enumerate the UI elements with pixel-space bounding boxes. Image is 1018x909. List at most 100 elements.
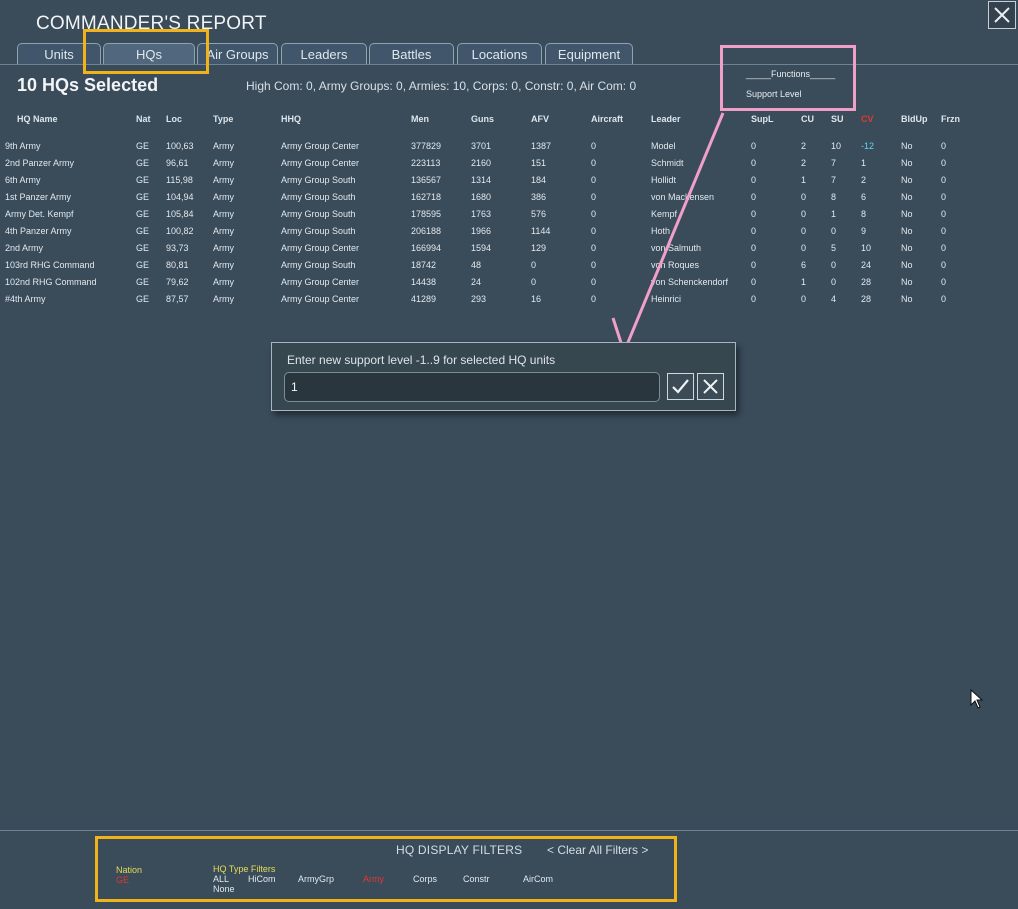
- cell-guns: 2160: [471, 158, 492, 168]
- col-aircraft[interactable]: Aircraft: [591, 114, 623, 124]
- col-cv[interactable]: CV: [861, 114, 874, 124]
- cell-type: Army: [213, 209, 234, 219]
- cell-frzn: 0: [941, 260, 947, 270]
- cancel-button[interactable]: [697, 373, 724, 400]
- cell-aircraft: 0: [591, 260, 597, 270]
- cell-nat: GE: [136, 294, 150, 304]
- cell-men: 223113: [411, 158, 441, 168]
- cell-type: Army: [213, 192, 234, 202]
- tab-locations[interactable]: Locations: [457, 43, 542, 64]
- cell-afv: 16: [531, 294, 542, 304]
- cell-supl: 0: [751, 294, 757, 304]
- col-supl[interactable]: SupL: [751, 114, 774, 124]
- cell-cv: 24: [861, 260, 872, 270]
- cell-hq-name: 2nd Panzer Army: [5, 158, 75, 168]
- cell-loc: 115,98: [166, 175, 193, 185]
- cell-leader: Hoth: [651, 226, 671, 236]
- cell-aircraft: 0: [591, 192, 597, 202]
- cell-men: 377829: [411, 141, 442, 151]
- cell-aircraft: 0: [591, 294, 597, 304]
- tab-equipment[interactable]: Equipment: [545, 43, 633, 64]
- cell-cu: 2: [801, 141, 807, 151]
- cell-type: Army: [213, 243, 234, 253]
- col-frzn[interactable]: Frzn: [941, 114, 960, 124]
- col-type[interactable]: Type: [213, 114, 233, 124]
- cell-bldup: No: [901, 226, 913, 236]
- col-su[interactable]: SU: [831, 114, 844, 124]
- cell-bldup: No: [901, 243, 913, 253]
- col-cu[interactable]: CU: [801, 114, 814, 124]
- cell-afv: 151: [531, 158, 547, 168]
- cell-men: 162718: [411, 192, 442, 202]
- cell-aircraft: 0: [591, 226, 597, 236]
- tab-air-groups[interactable]: Air Groups: [197, 43, 278, 64]
- cell-nat: GE: [136, 192, 150, 202]
- cell-hhq: Army Group South: [281, 226, 356, 236]
- col-afv[interactable]: AFV: [531, 114, 549, 124]
- x-icon: [703, 379, 718, 394]
- support-level-link[interactable]: Support Level: [746, 89, 802, 99]
- cell-type: Army: [213, 141, 234, 151]
- col-guns[interactable]: Guns: [471, 114, 494, 124]
- cell-aircraft: 0: [591, 158, 597, 168]
- cell-leader: Model: [651, 141, 676, 151]
- cell-cu: 0: [801, 294, 807, 304]
- cell-loc: 93,73: [166, 243, 189, 253]
- cell-aircraft: 0: [591, 277, 597, 287]
- cell-guns: 24: [471, 277, 482, 287]
- close-button[interactable]: [988, 1, 1016, 29]
- cell-bldup: No: [901, 175, 913, 185]
- cell-hhq: Army Group South: [281, 175, 356, 185]
- annotation-arrow: [611, 112, 725, 354]
- col-hq-name[interactable]: HQ Name: [17, 114, 58, 124]
- col-bldup[interactable]: BldUp: [901, 114, 928, 124]
- cell-su: 7: [831, 158, 837, 168]
- close-icon: [994, 7, 1010, 23]
- confirm-button[interactable]: [667, 373, 694, 400]
- col-men[interactable]: Men: [411, 114, 429, 124]
- cell-afv: 1387: [531, 141, 552, 151]
- cell-nat: GE: [136, 260, 150, 270]
- cell-frzn: 0: [941, 158, 947, 168]
- cell-bldup: No: [901, 158, 913, 168]
- col-leader[interactable]: Leader: [651, 114, 681, 124]
- cell-hhq: Army Group Center: [281, 243, 360, 253]
- col-nat[interactable]: Nat: [136, 114, 151, 124]
- hqs-tab-highlight: [83, 29, 209, 74]
- cell-su: 8: [831, 192, 837, 202]
- cell-hq-name: 4th Panzer Army: [5, 226, 72, 236]
- filters-highlight: [95, 836, 677, 902]
- cell-nat: GE: [136, 175, 150, 185]
- dialog-prompt: Enter new support level -1..9 for select…: [287, 353, 556, 367]
- tab-battles[interactable]: Battles: [369, 43, 454, 64]
- cell-cv: 1: [861, 158, 867, 168]
- cell-su: 5: [831, 243, 837, 253]
- col-loc[interactable]: Loc: [166, 114, 182, 124]
- cell-loc: 105,84: [166, 209, 194, 219]
- cell-frzn: 0: [941, 192, 947, 202]
- cell-supl: 0: [751, 209, 757, 219]
- cell-cv: 2: [861, 175, 867, 185]
- cell-cv: 6: [861, 192, 867, 202]
- cell-hq-name: 2nd Army: [5, 243, 44, 253]
- cell-su: 4: [831, 294, 837, 304]
- cell-cv: 28: [861, 294, 872, 304]
- cell-frzn: 0: [941, 141, 947, 151]
- cell-cu: 0: [801, 226, 807, 236]
- cell-cu: 1: [801, 175, 807, 185]
- cell-guns: 1966: [471, 226, 492, 236]
- cell-loc: 79,62: [166, 277, 189, 287]
- cell-leader: von Salmuth: [651, 243, 702, 253]
- cell-men: 206188: [411, 226, 442, 236]
- cell-bldup: No: [901, 294, 913, 304]
- tab-leaders[interactable]: Leaders: [281, 43, 367, 64]
- support-level-input[interactable]: [284, 372, 660, 402]
- col-hhq[interactable]: HHQ: [281, 114, 301, 124]
- cell-guns: 1594: [471, 243, 492, 253]
- cell-hhq: Army Group Center: [281, 158, 360, 168]
- cell-guns: 1680: [471, 192, 492, 202]
- cell-cv: 8: [861, 209, 867, 219]
- cell-loc: 100,63: [166, 141, 194, 151]
- cell-bldup: No: [901, 209, 913, 219]
- selected-count: 10 HQs Selected: [17, 75, 159, 95]
